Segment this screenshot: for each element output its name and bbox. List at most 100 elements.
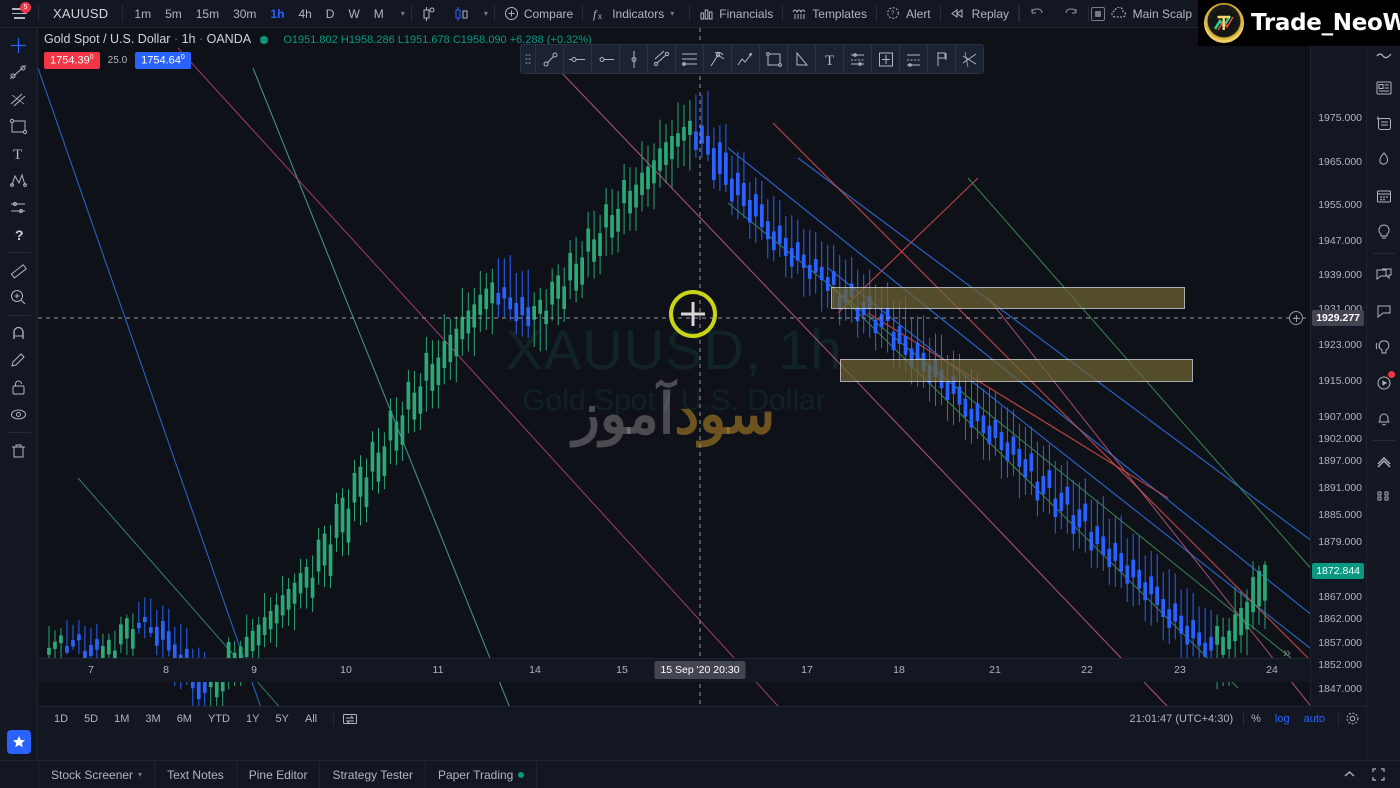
cross-line-icon[interactable] bbox=[955, 44, 983, 74]
magnet-icon[interactable] bbox=[0, 320, 38, 347]
zoom-in-icon[interactable] bbox=[0, 284, 38, 311]
timeframe-1m[interactable]: 1m bbox=[127, 7, 158, 21]
tab-text-notes[interactable]: Text Notes bbox=[155, 760, 237, 788]
timeframe-5m[interactable]: 5m bbox=[158, 7, 189, 21]
scale-auto[interactable]: auto bbox=[1297, 713, 1332, 725]
range-6m[interactable]: 6M bbox=[169, 713, 200, 725]
bid-badge[interactable]: 1754.390 bbox=[44, 52, 100, 69]
scale-log[interactable]: log bbox=[1268, 713, 1297, 725]
triangle-icon[interactable] bbox=[787, 44, 815, 74]
compare-button[interactable]: Compare bbox=[495, 0, 582, 28]
news-feed-icon[interactable] bbox=[1367, 70, 1400, 106]
fullscreen-icon[interactable] bbox=[1371, 767, 1386, 782]
templates-button[interactable]: Templates bbox=[783, 0, 876, 28]
financials-button[interactable]: Financials bbox=[690, 0, 782, 28]
timeframe-30m[interactable]: 30m bbox=[226, 7, 263, 21]
legend-description[interactable]: Gold Spot / U.S. Dollar bbox=[44, 32, 170, 46]
hotlist-icon[interactable] bbox=[1367, 142, 1400, 178]
chat-icon[interactable] bbox=[1367, 257, 1400, 293]
fib-retracement-icon[interactable] bbox=[0, 86, 38, 113]
cursor-crosshair-icon[interactable] bbox=[0, 32, 38, 59]
range-3m[interactable]: 3M bbox=[137, 713, 168, 725]
main-menu-button[interactable]: 5 bbox=[0, 0, 38, 28]
ideas-lightbulb-icon[interactable] bbox=[1367, 214, 1400, 250]
public-chat-icon[interactable] bbox=[1367, 293, 1400, 329]
timeframe-D[interactable]: D bbox=[319, 7, 342, 21]
timeframe-more-chevron-icon[interactable]: ▾ bbox=[395, 9, 411, 18]
horizontal-line-icon[interactable] bbox=[591, 44, 619, 74]
tab-paper-trading[interactable]: Paper Trading bbox=[426, 760, 538, 788]
notifications-bell-icon[interactable] bbox=[1367, 401, 1400, 437]
chart-type-candles-button[interactable] bbox=[412, 0, 445, 28]
broadcast-icon[interactable] bbox=[1367, 329, 1400, 365]
redo-button[interactable] bbox=[1054, 0, 1088, 28]
indicators-chevron-icon[interactable]: ▾ bbox=[664, 9, 680, 18]
indicators-button[interactable]: f x Indicators ▾ bbox=[583, 0, 689, 28]
drawing-mode-icon[interactable] bbox=[0, 347, 38, 374]
layout-select-icon[interactable] bbox=[1090, 7, 1105, 21]
range-ytd[interactable]: YTD bbox=[200, 713, 238, 725]
range-all[interactable]: All bbox=[297, 713, 325, 725]
trend-line-icon[interactable] bbox=[535, 44, 563, 74]
panel-expand-icon[interactable] bbox=[1342, 767, 1357, 782]
drag-handle-icon[interactable] bbox=[521, 44, 535, 74]
prediction-tool-icon[interactable] bbox=[0, 194, 38, 221]
chart-pane[interactable]: XAUUSD, 1h Gold Spot / U.S. Dollar سودآم… bbox=[38, 28, 1310, 706]
chevron-collapse-icon[interactable] bbox=[1367, 444, 1400, 480]
scale-%[interactable]: % bbox=[1244, 713, 1268, 725]
timeframe-1h[interactable]: 1h bbox=[263, 7, 291, 21]
timeframe-M[interactable]: M bbox=[367, 7, 391, 21]
timeframe-4h[interactable]: 4h bbox=[291, 7, 318, 21]
range-1d[interactable]: 1D bbox=[46, 713, 76, 725]
range-1y[interactable]: 1Y bbox=[238, 713, 267, 725]
ask-badge[interactable]: 1754.640 bbox=[135, 52, 191, 69]
chevron-down-icon[interactable]: ▾ bbox=[138, 770, 142, 779]
chart-type-bars-button[interactable] bbox=[445, 0, 478, 28]
pitchfork-icon[interactable] bbox=[703, 44, 731, 74]
rectangle-icon[interactable] bbox=[759, 44, 787, 74]
upper-supply-zone[interactable] bbox=[831, 287, 1185, 309]
timeframe-W[interactable]: W bbox=[341, 7, 366, 21]
tab-strategy-tester[interactable]: Strategy Tester bbox=[320, 760, 426, 788]
range-5y[interactable]: 5Y bbox=[267, 713, 296, 725]
parallel-channel-icon[interactable] bbox=[647, 44, 675, 74]
floating-drawing-toolbar[interactable]: T bbox=[520, 44, 984, 74]
tab-pine-editor[interactable]: Pine Editor bbox=[237, 760, 321, 788]
long-position-icon[interactable] bbox=[899, 44, 927, 74]
measure-ruler-icon[interactable] bbox=[0, 257, 38, 284]
text-icon[interactable]: T bbox=[815, 44, 843, 74]
text-tool-icon[interactable]: T bbox=[0, 140, 38, 167]
horizontal-ray-icon[interactable] bbox=[563, 44, 591, 74]
chart-container[interactable]: XAUUSD, 1h Gold Spot / U.S. Dollar سودآم… bbox=[38, 28, 1366, 730]
rectangle-shape-icon[interactable] bbox=[0, 113, 38, 140]
fib-icon[interactable] bbox=[843, 44, 871, 74]
calendar-icon[interactable] bbox=[1367, 178, 1400, 214]
vertical-line-icon[interactable] bbox=[619, 44, 647, 74]
alert-button[interactable]: ? Alert bbox=[877, 0, 940, 28]
price-axis[interactable]: 1975.000 1965.000 1955.000 1947.000 1939.000… bbox=[1283, 28, 1366, 730]
hide-drawings-icon[interactable] bbox=[0, 401, 38, 428]
timeframe-15m[interactable]: 15m bbox=[189, 7, 226, 21]
time-axis[interactable]: 7 8 9 10 11 14 15 17 18 21 22 23 24 15 Sep '20 20:30 bbox=[38, 658, 1310, 682]
elliott-wave-icon[interactable] bbox=[731, 44, 759, 74]
favorites-button[interactable] bbox=[7, 730, 31, 754]
remove-drawings-icon[interactable] bbox=[0, 437, 38, 464]
lock-drawings-icon[interactable] bbox=[0, 374, 38, 401]
range-5d[interactable]: 5D bbox=[76, 713, 106, 725]
trend-line-icon[interactable] bbox=[0, 59, 38, 86]
object-tree-icon[interactable] bbox=[1367, 480, 1400, 516]
pattern-tool-icon[interactable] bbox=[0, 167, 38, 194]
compare-ranges-icon[interactable] bbox=[342, 712, 358, 726]
layout-name-group[interactable]: Main Scalp bbox=[1090, 0, 1192, 28]
undo-button[interactable] bbox=[1020, 0, 1054, 28]
chart-type-chevron-icon[interactable]: ▾ bbox=[478, 9, 494, 18]
stream-icon[interactable] bbox=[1367, 365, 1400, 401]
flat-channel-icon[interactable] bbox=[675, 44, 703, 74]
replay-button[interactable]: Replay bbox=[941, 0, 1018, 28]
flag-icon[interactable] bbox=[927, 44, 955, 74]
range-1m[interactable]: 1M bbox=[106, 713, 137, 725]
tab-stock-screener[interactable]: Stock Screener ▾ bbox=[38, 760, 156, 788]
symbol-search-button[interactable]: XAUUSD bbox=[39, 6, 122, 21]
question-mark-icon[interactable]: ? bbox=[0, 221, 38, 248]
notes-icon[interactable] bbox=[1367, 106, 1400, 142]
